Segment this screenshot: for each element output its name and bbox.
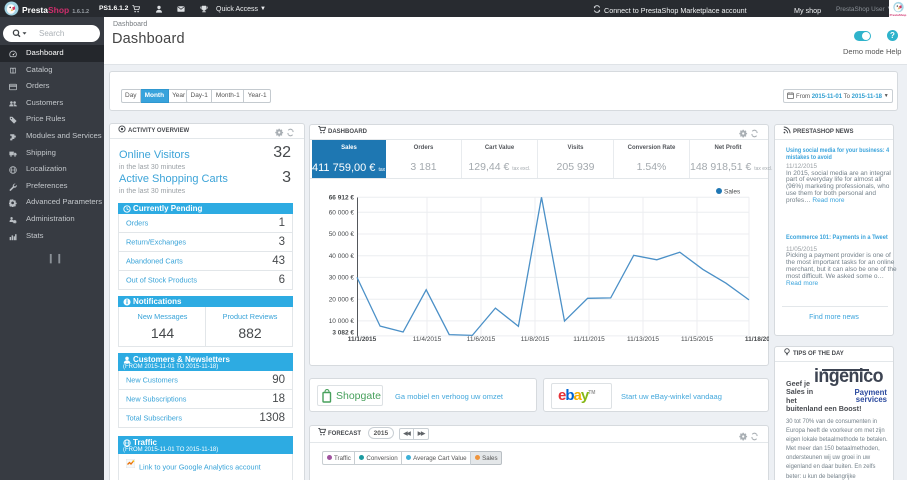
- svg-text:40 000 €: 40 000 €: [329, 253, 355, 260]
- svg-text:10 000 €: 10 000 €: [329, 318, 355, 325]
- svg-text:11/11/2015: 11/11/2015: [573, 336, 605, 343]
- svg-text:11/6/2015: 11/6/2015: [467, 336, 496, 343]
- svg-text:11/4/2015: 11/4/2015: [413, 336, 442, 343]
- svg-text:11/13/2015: 11/13/2015: [627, 336, 659, 343]
- svg-text:20 000 €: 20 000 €: [329, 296, 355, 303]
- svg-text:11/15/2015: 11/15/2015: [681, 336, 713, 343]
- svg-text:50 000 €: 50 000 €: [329, 231, 355, 238]
- svg-text:11/18/2015: 11/18/2015: [745, 336, 769, 343]
- svg-text:11/1/2015: 11/1/2015: [348, 336, 377, 343]
- svg-text:60 000 €: 60 000 €: [329, 210, 355, 217]
- svg-text:11/8/2015: 11/8/2015: [521, 336, 550, 343]
- svg-text:30 000 €: 30 000 €: [329, 275, 355, 282]
- svg-text:Sales: Sales: [724, 189, 741, 196]
- svg-text:66 912 €: 66 912 €: [329, 195, 355, 202]
